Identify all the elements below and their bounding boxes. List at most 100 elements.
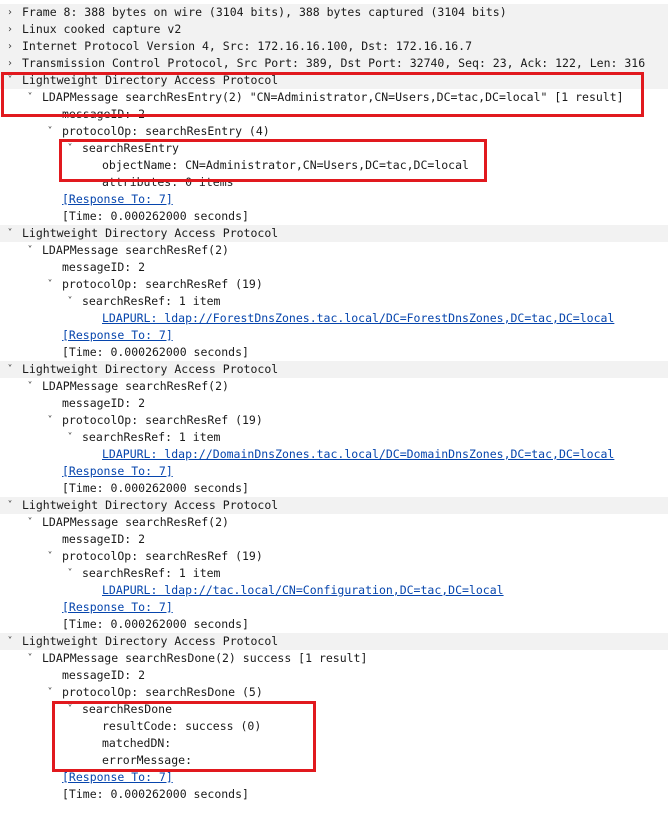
- tree-row[interactable]: ˅ Lightweight Directory Access Protocol: [0, 72, 668, 89]
- tree-row[interactable]: ˅ LDAPMessage searchResDone(2) success [1…: [0, 650, 668, 667]
- tree-row[interactable]: [Response To: 7]: [0, 191, 668, 208]
- tree-row[interactable]: LDAPURL: ldap://tac.local/CN=Configurati…: [0, 582, 668, 599]
- chevron-down-icon[interactable]: ˅: [64, 140, 76, 157]
- tree-row-link[interactable]: [Response To: 7]: [62, 463, 173, 480]
- tree-row[interactable]: ˅ searchResRef: 1 item: [0, 429, 668, 446]
- tree-row-label: protocolOp: searchResRef (19): [62, 277, 263, 291]
- chevron-down-icon[interactable]: ˅: [24, 650, 36, 667]
- tree-row[interactable]: ˅ LDAPMessage searchResRef(2): [0, 242, 668, 259]
- chevron-down-icon[interactable]: ˅: [44, 276, 56, 293]
- tree-row-label: matchedDN:: [102, 736, 172, 750]
- tree-row[interactable]: [Response To: 7]: [0, 599, 668, 616]
- chevron-right-icon[interactable]: ›: [4, 55, 16, 72]
- tree-row-label: Frame 8: 388 bytes on wire (3104 bits), …: [22, 5, 507, 19]
- chevron-down-icon[interactable]: ˅: [44, 123, 56, 140]
- chevron-down-icon[interactable]: ˅: [64, 429, 76, 446]
- tree-row[interactable]: matchedDN:: [0, 735, 668, 752]
- chevron-down-icon[interactable]: ˅: [44, 412, 56, 429]
- tree-row-label: [Time: 0.000262000 seconds]: [62, 345, 249, 359]
- tree-row[interactable]: messageID: 2: [0, 259, 668, 276]
- tree-row-label: Lightweight Directory Access Protocol: [22, 634, 279, 648]
- tree-row-label: [Time: 0.000262000 seconds]: [62, 209, 249, 223]
- tree-row-label: LDAPMessage searchResEntry(2) "CN=Admini…: [42, 90, 624, 104]
- tree-row[interactable]: ˅ Lightweight Directory Access Protocol: [0, 497, 668, 514]
- tree-row[interactable]: messageID: 2: [0, 106, 668, 123]
- tree-row-label: messageID: 2: [62, 260, 146, 274]
- chevron-down-icon[interactable]: ˅: [4, 497, 16, 514]
- chevron-right-icon[interactable]: ›: [4, 4, 16, 21]
- tree-row[interactable]: [Response To: 7]: [0, 327, 668, 344]
- tree-row[interactable]: ˅ LDAPMessage searchResRef(2): [0, 514, 668, 531]
- packet-details-tree: › Frame 8: 388 bytes on wire (3104 bits),…: [0, 0, 668, 818]
- tree-row-label: protocolOp: searchResDone (5): [62, 685, 263, 699]
- tree-row[interactable]: ˅ Lightweight Directory Access Protocol: [0, 633, 668, 650]
- chevron-down-icon[interactable]: ˅: [64, 293, 76, 310]
- tree-row[interactable]: ˅ protocolOp: searchResRef (19): [0, 412, 668, 429]
- chevron-right-icon[interactable]: ›: [4, 21, 16, 38]
- tree-row[interactable]: [Time: 0.000262000 seconds]: [0, 344, 668, 361]
- tree-row[interactable]: [Time: 0.000262000 seconds]: [0, 786, 668, 803]
- tree-row[interactable]: › Frame 8: 388 bytes on wire (3104 bits),…: [0, 4, 668, 21]
- tree-row[interactable]: ˅ searchResDone: [0, 701, 668, 718]
- tree-row[interactable]: ˅ LDAPMessage searchResEntry(2) "CN=Admin…: [0, 89, 668, 106]
- tree-row[interactable]: ˅ protocolOp: searchResDone (5): [0, 684, 668, 701]
- tree-row-link[interactable]: [Response To: 7]: [62, 191, 173, 208]
- tree-row[interactable]: [Time: 0.000262000 seconds]: [0, 480, 668, 497]
- chevron-down-icon[interactable]: ˅: [4, 72, 16, 89]
- tree-row[interactable]: ˅ protocolOp: searchResRef (19): [0, 548, 668, 565]
- tree-row-label: searchResRef: 1 item: [82, 566, 221, 580]
- tree-row[interactable]: [Time: 0.000262000 seconds]: [0, 616, 668, 633]
- chevron-right-icon[interactable]: ›: [4, 38, 16, 55]
- tree-row[interactable]: ˅ LDAPMessage searchResRef(2): [0, 378, 668, 395]
- tree-row-label: Lightweight Directory Access Protocol: [22, 73, 279, 87]
- tree-row[interactable]: ˅ Lightweight Directory Access Protocol: [0, 361, 668, 378]
- tree-row-link[interactable]: [Response To: 7]: [62, 599, 173, 616]
- tree-row[interactable]: [Response To: 7]: [0, 463, 668, 480]
- tree-row[interactable]: ˅ protocolOp: searchResRef (19): [0, 276, 668, 293]
- chevron-down-icon[interactable]: ˅: [64, 701, 76, 718]
- tree-row-label: messageID: 2: [62, 396, 146, 410]
- tree-row[interactable]: attributes: 0 items: [0, 174, 668, 191]
- chevron-down-icon[interactable]: ˅: [24, 514, 36, 531]
- chevron-down-icon[interactable]: ˅: [24, 378, 36, 395]
- tree-row-label: searchResDone: [82, 702, 173, 716]
- chevron-down-icon[interactable]: ˅: [64, 565, 76, 582]
- tree-row-label: attributes: 0 items: [102, 175, 234, 189]
- tree-row-link[interactable]: LDAPURL: ldap://DomainDnsZones.tac.local…: [102, 446, 614, 463]
- tree-row[interactable]: errorMessage:: [0, 752, 668, 769]
- tree-row-label: [Time: 0.000262000 seconds]: [62, 481, 249, 495]
- tree-row-label: Lightweight Directory Access Protocol: [22, 362, 279, 376]
- tree-row-link[interactable]: LDAPURL: ldap://tac.local/CN=Configurati…: [102, 582, 504, 599]
- tree-row[interactable]: › Linux cooked capture v2: [0, 21, 668, 38]
- tree-row[interactable]: messageID: 2: [0, 395, 668, 412]
- chevron-down-icon[interactable]: ˅: [24, 89, 36, 106]
- tree-row-link[interactable]: [Response To: 7]: [62, 327, 173, 344]
- tree-row[interactable]: [Response To: 7]: [0, 769, 668, 786]
- tree-row[interactable]: ˅ searchResEntry: [0, 140, 668, 157]
- chevron-down-icon[interactable]: ˅: [4, 361, 16, 378]
- tree-row[interactable]: ˅ searchResRef: 1 item: [0, 565, 668, 582]
- tree-row[interactable]: ˅ Lightweight Directory Access Protocol: [0, 225, 668, 242]
- tree-row[interactable]: › Internet Protocol Version 4, Src: 172.1…: [0, 38, 668, 55]
- tree-row-label: searchResRef: 1 item: [82, 294, 221, 308]
- chevron-down-icon[interactable]: ˅: [44, 548, 56, 565]
- tree-row[interactable]: objectName: CN=Administrator,CN=Users,DC…: [0, 157, 668, 174]
- chevron-down-icon[interactable]: ˅: [4, 633, 16, 650]
- tree-row[interactable]: [Time: 0.000262000 seconds]: [0, 208, 668, 225]
- tree-row[interactable]: ˅ searchResRef: 1 item: [0, 293, 668, 310]
- chevron-down-icon[interactable]: ˅: [44, 684, 56, 701]
- tree-row[interactable]: messageID: 2: [0, 667, 668, 684]
- tree-row-link[interactable]: [Response To: 7]: [62, 769, 173, 786]
- tree-row[interactable]: resultCode: success (0): [0, 718, 668, 735]
- tree-row-link[interactable]: LDAPURL: ldap://ForestDnsZones.tac.local…: [102, 310, 614, 327]
- tree-row[interactable]: › Transmission Control Protocol, Src Port…: [0, 55, 668, 72]
- chevron-down-icon[interactable]: ˅: [4, 225, 16, 242]
- tree-row-label: searchResRef: 1 item: [82, 430, 221, 444]
- tree-row[interactable]: LDAPURL: ldap://DomainDnsZones.tac.local…: [0, 446, 668, 463]
- tree-row-label: Internet Protocol Version 4, Src: 172.16…: [22, 39, 473, 53]
- tree-row[interactable]: LDAPURL: ldap://ForestDnsZones.tac.local…: [0, 310, 668, 327]
- tree-row[interactable]: messageID: 2: [0, 531, 668, 548]
- tree-row-label: resultCode: success (0): [102, 719, 262, 733]
- chevron-down-icon[interactable]: ˅: [24, 242, 36, 259]
- tree-row[interactable]: ˅ protocolOp: searchResEntry (4): [0, 123, 668, 140]
